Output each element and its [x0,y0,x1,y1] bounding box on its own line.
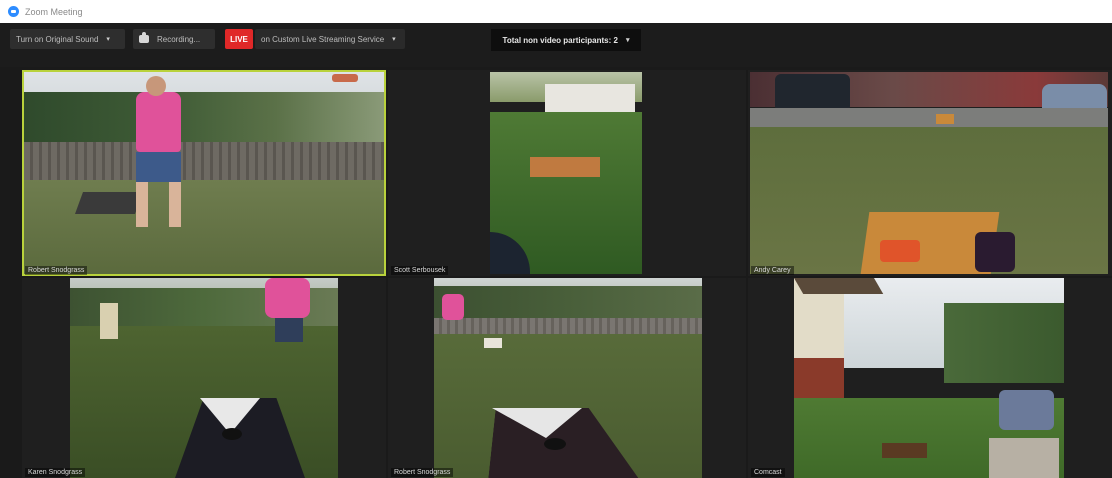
window-title: Zoom Meeting [25,6,83,17]
participant-name: Comcast [751,468,785,477]
video-tile[interactable]: Scott Serbousek [388,70,746,276]
recording-indicator[interactable]: Recording... [133,29,215,49]
participant-name: Robert Snodgrass [391,468,454,477]
participant-name: Karen Snodgrass [25,468,86,477]
participant-name: Andy Carey [751,266,794,275]
chevron-down-icon[interactable]: ▾ [106,35,110,43]
video-tile[interactable]: Robert Snodgrass [22,70,386,276]
video-feed [70,278,338,478]
chevron-down-icon[interactable]: ▾ [392,35,396,43]
participant-name: Robert Snodgrass [25,266,88,275]
meeting-toolbar: Turn on Original Sound ▾ Recording... LI… [0,23,1112,67]
video-tile[interactable]: Comcast [748,278,1112,478]
title-bar: Zoom Meeting [0,0,1112,23]
original-sound-label: Turn on Original Sound [16,34,99,44]
video-tile[interactable]: Robert Snodgrass [388,278,746,478]
participant-name: Scott Serbousek [391,266,449,275]
video-feed [434,278,702,478]
live-stream-menu[interactable]: on Custom Live Streaming Service ▾ [255,29,405,49]
video-feed [750,72,1108,274]
video-feed [24,72,384,274]
participants-label: Total non video participants: 2 [502,35,618,45]
video-feed [490,72,642,274]
zoom-logo-icon [8,6,19,17]
original-sound-button[interactable]: Turn on Original Sound ▾ [10,29,125,49]
video-feed [794,278,1064,478]
video-tile[interactable]: Andy Carey [748,70,1112,276]
recording-label: Recording... [157,34,201,44]
live-badge: LIVE [225,29,253,49]
live-stream-label: on Custom Live Streaming Service [261,34,385,44]
cloud-record-icon [139,32,149,43]
video-tile[interactable]: Karen Snodgrass [22,278,386,478]
video-gallery: Robert Snodgrass Scott Serbousek Andy Ca… [0,67,1112,478]
chevron-down-icon: ▾ [625,37,630,44]
non-video-participants-button[interactable]: Total non video participants: 2 ▾ [491,29,641,51]
